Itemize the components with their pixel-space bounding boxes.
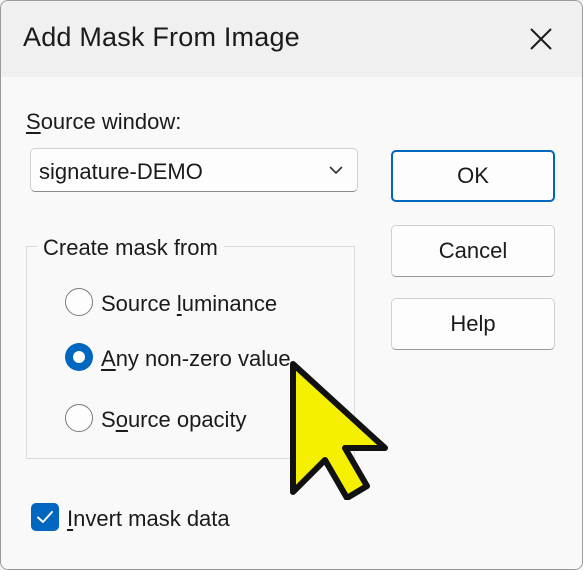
close-button[interactable] <box>513 15 569 63</box>
chevron-down-icon <box>329 166 343 175</box>
radio-label-source-opacity[interactable]: Source opacity <box>101 407 247 433</box>
cancel-button[interactable]: Cancel <box>391 225 555 277</box>
ok-button[interactable]: OK <box>391 150 555 202</box>
checkmark-icon <box>37 511 53 523</box>
source-window-value: signature-DEMO <box>39 159 203 184</box>
invert-mask-checkbox[interactable] <box>31 503 59 531</box>
radio-label-source-luminance[interactable]: Source luminance <box>101 291 277 317</box>
mouse-pointer-icon <box>290 361 388 500</box>
title-bar: Add Mask From Image <box>1 1 582 77</box>
invert-mask-label[interactable]: Invert mask data <box>67 506 230 532</box>
help-button[interactable]: Help <box>391 298 555 350</box>
dialog-title: Add Mask From Image <box>23 22 300 52</box>
source-window-label: Source window: <box>26 109 182 134</box>
source-window-select[interactable]: signature-DEMO <box>30 148 358 192</box>
radio-label-any-non-zero-value[interactable]: Any non-zero value <box>101 346 291 372</box>
radio-source-luminance[interactable] <box>65 288 93 316</box>
radio-source-opacity[interactable] <box>65 404 93 432</box>
radio-any-non-zero-value[interactable] <box>65 343 93 371</box>
group-title: Create mask from <box>37 235 224 261</box>
close-icon <box>530 28 552 50</box>
